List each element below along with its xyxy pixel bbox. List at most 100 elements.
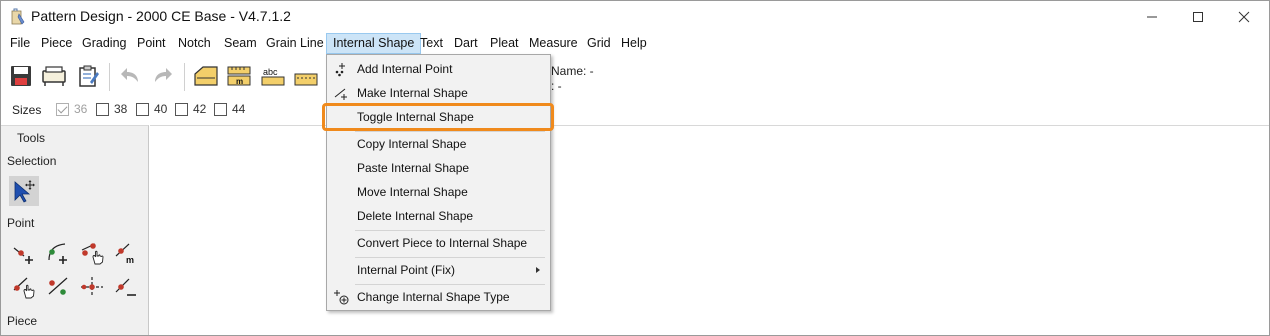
- plot-button[interactable]: [39, 61, 69, 91]
- dd-label: Make Internal Shape: [357, 86, 468, 100]
- tools-panel: Tools Selection Point m Piece: [1, 125, 149, 335]
- toolbar-separator: [184, 63, 185, 91]
- close-icon: [1238, 11, 1250, 23]
- close-button[interactable]: [1221, 1, 1267, 33]
- menu-dart[interactable]: Dart: [448, 33, 484, 54]
- size-value: 36: [74, 102, 88, 116]
- menu-separator: [355, 257, 545, 258]
- title-bar: Pattern Design - 2000 CE Base - V4.7.1.2: [1, 1, 1269, 33]
- dd-label: Toggle Internal Shape: [357, 110, 474, 124]
- point-select-tool[interactable]: [9, 272, 39, 302]
- point-pointer-icon: [13, 277, 35, 299]
- piece-info-label: : -: [551, 79, 562, 93]
- dd-label: Convert Piece to Internal Shape: [357, 236, 528, 250]
- save-button[interactable]: [6, 61, 36, 91]
- measure-tool-button[interactable]: m: [224, 61, 254, 91]
- menu-file[interactable]: File: [4, 33, 36, 54]
- menu-separator: [355, 284, 545, 285]
- text-abc-icon: abc: [261, 67, 285, 86]
- checkbox-box: [175, 102, 188, 116]
- piece-section-label: Piece: [7, 314, 38, 328]
- measure-ruler-icon: m: [227, 66, 251, 86]
- size-44-checkbox[interactable]: 44: [214, 102, 245, 116]
- menu-help[interactable]: Help: [615, 33, 653, 54]
- select-move-icon: [14, 180, 35, 203]
- toolbar-separator: [109, 63, 110, 91]
- undo-button[interactable]: [115, 61, 145, 91]
- menu-piece[interactable]: Piece: [35, 33, 78, 54]
- menu-move-internal-shape[interactable]: Move Internal Shape: [329, 181, 548, 203]
- point-intersect-tool[interactable]: [77, 272, 107, 302]
- dd-label: Change Internal Shape Type: [357, 290, 510, 304]
- point-remove-tool[interactable]: [111, 272, 141, 302]
- dd-label: Internal Point (Fix): [357, 263, 456, 277]
- point-move-tool[interactable]: [77, 238, 107, 268]
- checkbox-box: [214, 102, 227, 116]
- menu-copy-internal-shape[interactable]: Copy Internal Shape: [329, 133, 548, 155]
- dd-label: Paste Internal Shape: [357, 161, 470, 175]
- menu-seam[interactable]: Seam: [218, 33, 263, 54]
- menu-make-internal-shape[interactable]: Make Internal Shape: [329, 82, 548, 104]
- dd-label: Delete Internal Shape: [357, 209, 474, 223]
- menu-add-internal-point[interactable]: Add Internal Point: [329, 58, 548, 80]
- checkbox-box: [136, 102, 149, 116]
- size-value: 38: [114, 102, 128, 116]
- clipboard-notes-icon: [79, 65, 99, 87]
- menu-toggle-internal-shape[interactable]: Toggle Internal Shape: [329, 106, 548, 128]
- svg-text:m: m: [236, 77, 243, 86]
- piece-tool-button[interactable]: [191, 61, 221, 91]
- menu-grading[interactable]: Grading: [76, 33, 132, 54]
- size-value: 44: [232, 102, 246, 116]
- menu-pleat[interactable]: Pleat: [484, 33, 525, 54]
- tools-title: Tools: [17, 131, 46, 145]
- undo-icon: [121, 68, 138, 82]
- point-remove-icon: [115, 278, 136, 296]
- seam-dash-icon: [294, 73, 318, 86]
- menu-text[interactable]: Text: [414, 33, 449, 54]
- window-title: Pattern Design - 2000 CE Base - V4.7.1.2: [31, 8, 291, 24]
- menu-paste-internal-shape[interactable]: Paste Internal Shape: [329, 157, 548, 179]
- menu-point[interactable]: Point: [131, 33, 172, 54]
- menu-measure[interactable]: Measure: [523, 33, 584, 54]
- notes-button[interactable]: [73, 61, 103, 91]
- curve-point-add-icon: [48, 243, 67, 264]
- make-internal-shape-icon: [334, 88, 347, 100]
- selection-section-label: Selection: [7, 154, 57, 168]
- point-measure-tool[interactable]: m: [111, 238, 141, 268]
- menu-grain-line[interactable]: Grain Line: [260, 33, 330, 54]
- seam-tool-button[interactable]: [291, 61, 321, 91]
- point-add-tool[interactable]: [9, 238, 39, 268]
- menu-notch[interactable]: Notch: [172, 33, 217, 54]
- dd-label: Add Internal Point: [357, 62, 453, 76]
- text-tool-button[interactable]: abc: [258, 61, 288, 91]
- size-38-checkbox[interactable]: 38: [96, 102, 127, 116]
- add-internal-point-icon: [335, 63, 345, 77]
- svg-text:abc: abc: [263, 67, 278, 77]
- sizes-row: Sizes 36 38 40 42 44: [1, 99, 1269, 121]
- menu-internal-point-fix[interactable]: Internal Point (Fix): [329, 259, 548, 281]
- menu-delete-internal-shape[interactable]: Delete Internal Shape: [329, 205, 548, 227]
- menu-grid[interactable]: Grid: [581, 33, 617, 54]
- menu-internal-shape[interactable]: Internal Shape: [326, 33, 422, 54]
- drawing-canvas[interactable]: [150, 125, 1269, 335]
- internal-shape-dropdown: Add Internal Point Make Internal Shape T…: [326, 54, 551, 311]
- size-value: 42: [193, 102, 207, 116]
- point-fix-tool[interactable]: [43, 272, 73, 302]
- menu-separator: [355, 230, 545, 231]
- minimize-button[interactable]: [1129, 1, 1175, 33]
- redo-button[interactable]: [148, 61, 178, 91]
- maximize-button[interactable]: [1175, 1, 1221, 33]
- plotter-icon: [42, 66, 66, 86]
- main-toolbar: m abc Name: - : -: [1, 57, 1269, 97]
- select-tool-button[interactable]: [9, 176, 39, 206]
- curve-point-add-tool[interactable]: [43, 238, 73, 268]
- size-40-checkbox[interactable]: 40: [136, 102, 167, 116]
- menu-change-internal-shape-type[interactable]: Change Internal Shape Type: [329, 286, 548, 308]
- minimize-icon: [1147, 16, 1157, 18]
- point-section-label: Point: [7, 216, 35, 230]
- maximize-icon: [1193, 12, 1203, 22]
- redo-icon: [155, 68, 172, 82]
- size-42-checkbox[interactable]: 42: [175, 102, 206, 116]
- size-36-checkbox[interactable]: 36: [56, 102, 87, 116]
- menu-convert-piece[interactable]: Convert Piece to Internal Shape: [329, 232, 548, 254]
